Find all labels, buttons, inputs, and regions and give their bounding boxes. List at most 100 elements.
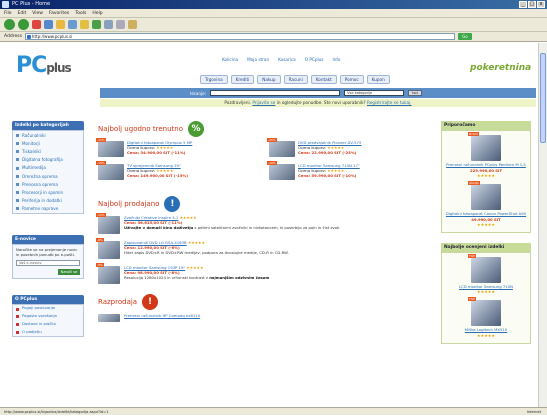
refresh-icon[interactable] — [44, 20, 53, 29]
browser-icon — [2, 1, 9, 8]
window-title: PC Plus - Home — [12, 1, 51, 7]
menu-tools[interactable]: Tools — [75, 9, 86, 17]
top-link[interactable]: Kosarica — [278, 57, 296, 62]
top-link[interactable]: Info — [332, 57, 340, 62]
menu-file[interactable]: File — [4, 9, 12, 17]
category-link[interactable]: Digitalna fotografija — [13, 156, 83, 164]
back-icon[interactable] — [4, 19, 15, 30]
about-link[interactable]: Pogoji poslovanja — [13, 305, 83, 313]
stop-icon[interactable] — [32, 20, 41, 29]
nav-pill[interactable]: Kupon — [366, 75, 390, 84]
product-image[interactable]: -11% — [96, 213, 120, 234]
top-link[interactable]: Moja stran — [247, 57, 269, 62]
minimize-button[interactable]: _ — [519, 1, 527, 8]
about-link[interactable]: O podjetju — [13, 328, 83, 336]
nav-pill[interactable]: Racuni — [283, 75, 308, 84]
logo-suffix: plus — [46, 61, 71, 75]
close-button[interactable]: x — [537, 1, 545, 8]
promo-item[interactable]: AKCIJA Digitalni fotoaparat Canon PowerS… — [442, 180, 530, 229]
newsletter-email-input[interactable]: Vaš e-naslov — [16, 259, 80, 266]
product-image[interactable]: -15% — [96, 161, 124, 180]
deal-product[interactable]: -15% TV sprejemnik Samsung 29" Ocena kup… — [96, 161, 259, 180]
search-input[interactable] — [210, 90, 341, 96]
product-image[interactable] — [98, 314, 120, 322]
nav-pill[interactable]: Trgovina — [200, 75, 228, 84]
description-highlight: Uživajte v domači kino doživetju — [124, 224, 194, 230]
about-link[interactable]: Pogosta vprašanja — [13, 313, 83, 321]
deal-product[interactable]: -25% DVD predvajalnik Pioneer DV-575 Oce… — [267, 138, 430, 157]
product-name-link[interactable]: Prenosni računalnik HP Compaq nx6110 — [124, 313, 200, 318]
nav-pill[interactable]: Kontakt — [310, 75, 337, 84]
menu-favorites[interactable]: Favorites — [49, 9, 69, 17]
vertical-scrollbar[interactable] — [538, 43, 547, 407]
nav-pill[interactable]: Krediti — [230, 75, 255, 84]
top-link[interactable]: O PCplus — [305, 57, 324, 62]
promo-tag: NOVO — [468, 132, 479, 136]
site-logo[interactable]: PCplus — [16, 53, 72, 78]
category-link[interactable]: Monitorji — [13, 139, 83, 147]
product-image[interactable]: -25% — [267, 138, 295, 157]
sale-section-title: Razprodaja ! — [98, 294, 430, 310]
bestseller-item[interactable]: -11% Zvočniki Creative Inspire 5.1 ★★★★★… — [96, 213, 430, 234]
sale-item[interactable]: Prenosni računalnik HP Compaq nx6110 — [98, 313, 430, 322]
favorites-icon[interactable] — [80, 20, 89, 29]
product-image[interactable]: -11% — [96, 138, 124, 157]
menu-edit[interactable]: Edit — [18, 9, 27, 17]
print-icon[interactable] — [116, 20, 125, 29]
search-button[interactable]: Isci — [408, 90, 423, 96]
product-image[interactable]: AKCIJA — [468, 180, 501, 210]
go-button[interactable]: Go — [457, 33, 472, 40]
category-link[interactable]: Tiskalniki — [13, 147, 83, 155]
product-image[interactable]: TOP — [468, 297, 501, 327]
bestseller-item[interactable]: -6% Zapisovalnik DVD LG GSA-4163B ★★★★★ … — [96, 238, 430, 259]
category-select[interactable]: Vse kategorije — [344, 90, 405, 96]
menu-bar: File Edit View Favorites Tools Help — [0, 9, 547, 18]
login-link[interactable]: Prijavite se — [252, 100, 275, 105]
product-image[interactable]: NOVO — [468, 132, 501, 161]
about-link[interactable]: Dostava in plačilo — [13, 320, 83, 328]
deal-product[interactable]: -10% LCD monitor Samsung 710N 17" Ocena … — [267, 161, 430, 180]
welcome-text: Pozdravljeni. — [224, 100, 252, 105]
register-link[interactable]: Registrirajte se tukaj. — [367, 100, 412, 105]
home-icon[interactable] — [56, 20, 65, 29]
scrollbar-thumb[interactable] — [540, 53, 546, 143]
category-link[interactable]: Multimedija — [13, 164, 83, 172]
product-image[interactable]: -6% — [96, 238, 120, 259]
edit-icon[interactable] — [128, 20, 137, 29]
newsletter-submit-button[interactable]: Naroči se — [58, 268, 80, 275]
top-tag: TOP — [468, 253, 477, 258]
category-link[interactable]: Omrežna oprema — [13, 172, 83, 180]
category-link[interactable]: Pametne naprave — [13, 205, 83, 213]
nav-pill[interactable]: Nakup — [257, 75, 281, 84]
category-link[interactable]: Računalniki — [13, 131, 83, 139]
history-icon[interactable] — [92, 20, 101, 29]
menu-help[interactable]: Help — [92, 9, 102, 17]
maximize-button[interactable]: □ — [528, 1, 536, 8]
promo-item[interactable]: NOVO Prenosni računalnik PCplus Pentium … — [442, 131, 530, 180]
product-name-link[interactable]: Digitalni fotoaparat Canon PowerShot A95 — [444, 211, 528, 217]
main-content: Najbolj ugodno trenutno % -11% Digitalni… — [96, 121, 430, 329]
top-rated-item[interactable]: TOP LCD monitor Samsung 710N ★★★★★ — [442, 253, 530, 297]
nav-pill[interactable]: Pomoc — [339, 75, 364, 84]
category-link[interactable]: Prenosna oprema — [13, 180, 83, 188]
top-rated-title: Najbolje ocenjeni izdelki — [441, 242, 531, 252]
discount-tag: -8% — [96, 263, 104, 267]
brand-slogan: pokeretnina — [470, 63, 532, 73]
forward-icon[interactable] — [18, 19, 29, 30]
rating-stars: ★★★★★ — [477, 172, 495, 178]
category-link[interactable]: Procesorji in spomin — [13, 188, 83, 196]
address-input[interactable]: http://www.pcplus.si — [24, 33, 455, 40]
deal-product[interactable]: -11% Digitalni fotoaparat Olympus 5 MP O… — [96, 138, 259, 157]
search-icon[interactable] — [68, 20, 77, 29]
category-link[interactable]: Periferija in dodatki — [13, 197, 83, 205]
top-link[interactable]: Kolicina — [222, 57, 238, 62]
top-rated-item[interactable]: TOP Miška Logitech MX510 ★★★★★ — [442, 296, 530, 340]
product-image[interactable]: -8% — [96, 263, 120, 284]
search-bar: Iskanje: Vse kategorije Isci — [100, 88, 536, 98]
bestseller-item[interactable]: -8% LCD monitor Samsung 193P 19" ★★★★★ C… — [96, 263, 430, 284]
product-image[interactable]: TOP — [468, 253, 501, 283]
menu-view[interactable]: View — [32, 9, 43, 17]
mail-icon[interactable] — [104, 20, 113, 29]
percent-icon: % — [187, 121, 204, 137]
product-image[interactable]: -10% — [267, 161, 295, 180]
